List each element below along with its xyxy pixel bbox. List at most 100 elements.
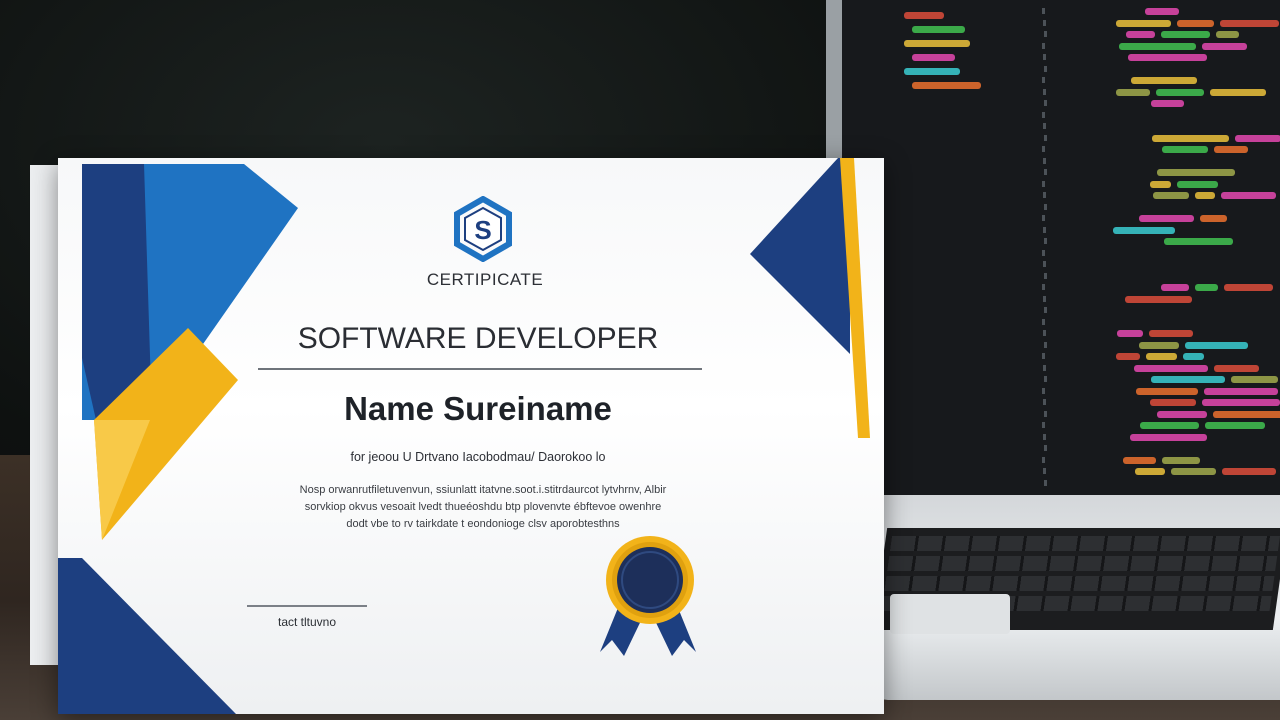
signature-line: [247, 605, 367, 607]
code-token: [1151, 376, 1225, 383]
code-gutter-mark: [1044, 65, 1047, 72]
code-gutter-mark: [1044, 445, 1047, 451]
body-line: Nosp orwanrutfiletuvenvun, ssiunlatt ita…: [299, 484, 667, 496]
code-token: [1131, 77, 1197, 84]
code-token: [1139, 341, 1179, 349]
code-token: [1116, 353, 1140, 360]
code-token: [1177, 180, 1218, 188]
code-token: [1136, 387, 1198, 395]
code-gutter-mark: [1043, 433, 1046, 440]
code-token: [1162, 146, 1208, 153]
code-token: [1221, 192, 1276, 199]
code-gutter-mark: [1042, 77, 1045, 83]
code-gutter-mark: [1043, 123, 1046, 129]
award-seal-icon: [600, 536, 696, 656]
certificate-heading: CERTIPICATE: [426, 270, 544, 289]
laptop-screen-code: [842, 0, 1280, 498]
code-gutter-mark: [1043, 192, 1046, 198]
certificate-body: Nosp orwanrutfiletuvenvun, ssiunlatt ita…: [258, 482, 708, 533]
code-token: [1210, 88, 1266, 96]
code-token: [1150, 399, 1196, 406]
code-gutter-mark: [1044, 134, 1047, 141]
code-token: [1213, 410, 1280, 418]
code-token: [1130, 433, 1207, 441]
code-token: [1164, 238, 1233, 245]
code-token: [1171, 468, 1216, 475]
code-gutter-mark: [1042, 284, 1045, 290]
code-gutter-mark: [1044, 238, 1047, 244]
code-gutter-mark: [1044, 341, 1047, 348]
code-gutter-mark: [1043, 468, 1046, 474]
photo-scene: S CERTIPICATE SOFTWARE DEVELOPER Name Su…: [0, 0, 1280, 720]
code-token: [1162, 456, 1200, 464]
code-token: [1214, 146, 1248, 153]
code-token: [1125, 295, 1192, 303]
code-token: [1152, 134, 1229, 142]
code-token: [1185, 341, 1248, 349]
code-gutter-mark: [1044, 31, 1047, 37]
code-gutter-mark: [1042, 422, 1045, 428]
code-gutter-mark: [1043, 261, 1046, 267]
code-token: [1119, 42, 1196, 50]
code-token: [904, 68, 960, 75]
code-token: [1202, 399, 1280, 406]
code-gutter-mark: [1042, 318, 1045, 325]
code-gutter-mark: [1043, 330, 1046, 336]
code-gutter-mark: [1043, 226, 1046, 233]
code-token: [1116, 19, 1171, 27]
certificate-subtitle: for jeoou U Drtvano Iacobodmau/ Daorokoo…: [350, 450, 606, 464]
code-token: [1224, 284, 1273, 291]
code-token: [1231, 376, 1278, 383]
body-line: sorvkiop okvus vesoait lvedt thueéoshdu …: [304, 501, 662, 513]
code-gutter-mark: [1042, 111, 1045, 118]
signature-label: tact tltuvno: [277, 615, 337, 629]
hexagon-s-logo-icon: S: [454, 196, 512, 262]
code-token: [904, 40, 970, 47]
code-token: [1161, 284, 1189, 291]
code-gutter-mark: [1042, 42, 1045, 49]
code-gutter-mark: [1043, 364, 1046, 371]
recipient-name: Name Sureiname: [344, 390, 612, 427]
code-token: [912, 26, 965, 33]
code-token: [1139, 215, 1194, 222]
certificate-card: S CERTIPICATE SOFTWARE DEVELOPER Name Su…: [58, 158, 884, 714]
code-gutter-mark: [1043, 399, 1046, 405]
code-token: [1222, 468, 1276, 475]
code-token: [1156, 88, 1204, 96]
code-gutter-mark: [1042, 146, 1045, 152]
code-token: [1151, 100, 1184, 107]
right-navy-shape: [750, 158, 850, 354]
code-token: [1146, 353, 1177, 360]
code-gutter-mark: [1043, 19, 1046, 26]
code-gutter-mark: [1042, 353, 1045, 359]
code-token: [912, 54, 955, 61]
code-token: [1235, 134, 1280, 142]
code-gutter-mark: [1044, 410, 1047, 417]
code-token: [1177, 19, 1214, 27]
code-token: [1135, 468, 1165, 475]
code-gutter-mark: [1042, 249, 1045, 256]
code-token: [1157, 169, 1235, 176]
code-gutter-mark: [1044, 272, 1047, 279]
code-token: [1150, 180, 1171, 188]
code-token: [1153, 192, 1189, 199]
code-gutter-mark: [1044, 169, 1047, 175]
code-token: [1149, 330, 1193, 337]
code-token: [1134, 364, 1208, 372]
code-gutter-mark: [1042, 8, 1045, 14]
code-token: [1145, 8, 1179, 15]
code-gutter-mark: [1044, 203, 1047, 210]
code-token: [904, 12, 944, 19]
code-token: [1161, 31, 1210, 38]
title-divider: [258, 368, 702, 370]
code-token: [1204, 387, 1278, 395]
code-token: [1202, 42, 1247, 50]
code-token: [1123, 456, 1156, 464]
left-bottom-navy-shape: [58, 558, 236, 714]
laptop-trackpad: [890, 594, 1010, 634]
code-token: [1183, 353, 1204, 360]
code-gutter-mark: [1042, 387, 1045, 394]
svg-text:S: S: [474, 215, 491, 245]
code-gutter-mark: [1044, 479, 1047, 486]
code-gutter-mark: [1044, 376, 1047, 382]
